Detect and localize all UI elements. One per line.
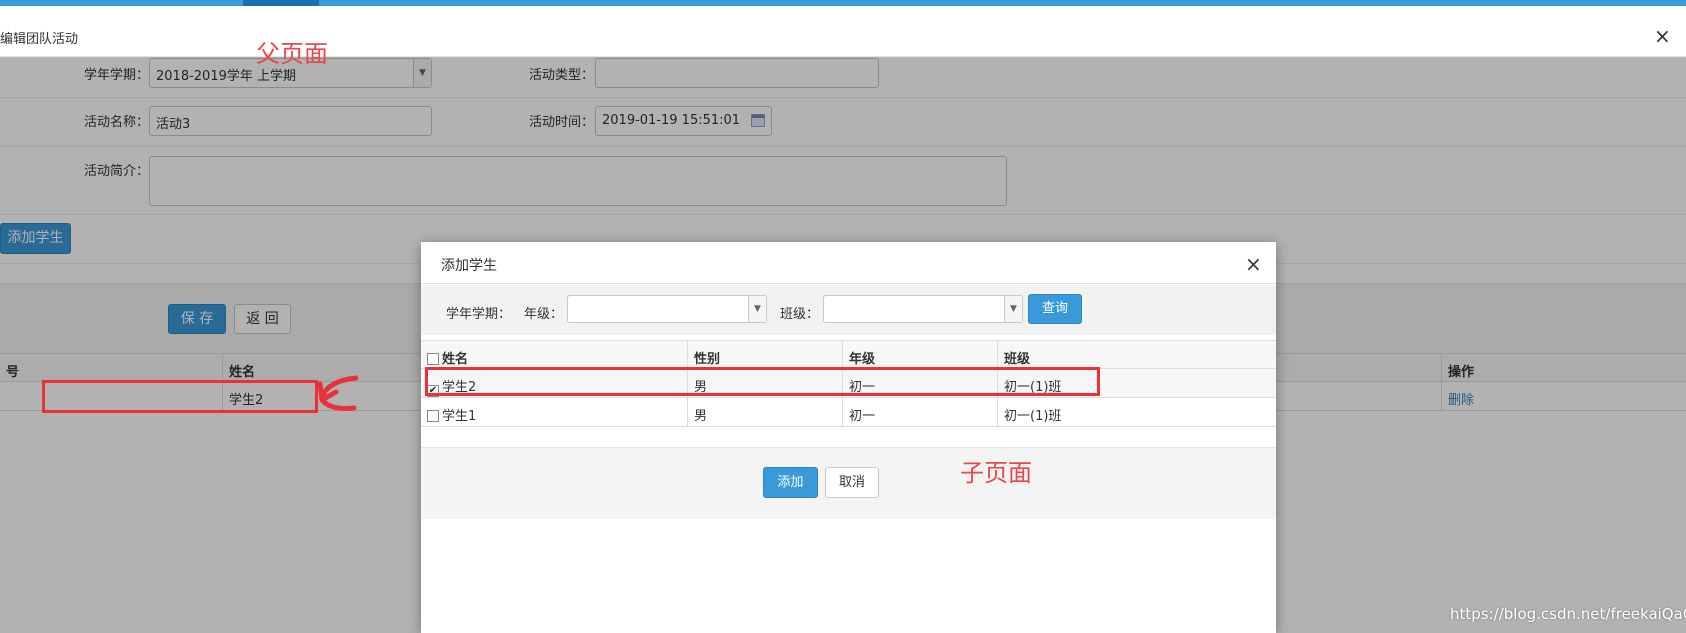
filter-class-label: 班级： — [780, 307, 820, 322]
add-button[interactable]: 添加 — [763, 467, 818, 498]
student-name: 学生1 — [442, 409, 477, 424]
row-checkbox[interactable]: ✔ — [427, 385, 439, 397]
row-gender-cell: 男 — [688, 398, 843, 427]
row-grade-cell: 初一 — [843, 398, 998, 427]
class-select[interactable]: ▼ — [823, 295, 1023, 323]
parent-page-annotation: 父页面 — [256, 40, 328, 68]
table-row[interactable]: ✔ 学生2 男 初一 初一(1)班 — [421, 369, 1276, 398]
row-class-cell: 初一(1)班 — [1004, 409, 1062, 424]
query-button[interactable]: 查询 — [1028, 294, 1082, 324]
row-checkbox[interactable] — [427, 410, 439, 422]
student-name: 学生2 — [442, 380, 477, 395]
row-class-cell: 初一(1)班 — [1004, 380, 1062, 395]
modal-header: 添加学生 × — [421, 242, 1276, 284]
child-page-annotation: 子页面 — [960, 459, 1032, 487]
chevron-down-icon: ▼ — [748, 296, 766, 322]
close-icon[interactable]: × — [1245, 252, 1262, 276]
filter-term-label: 学年学期： — [446, 307, 512, 322]
modal-filter-bar: 学年学期： 年级： ▼ 班级： ▼ 查询 — [421, 285, 1276, 335]
row-grade-cell: 初一 — [843, 369, 998, 398]
add-student-modal: 添加学生 × 学年学期： 年级： ▼ 班级： ▼ 查询 姓名 性别 年级 班级 … — [421, 242, 1276, 633]
select-all-checkbox[interactable] — [427, 353, 439, 365]
modal-title: 添加学生 — [441, 258, 497, 274]
chevron-down-icon: ▼ — [1004, 296, 1022, 322]
column-header-grade: 年级 — [843, 341, 998, 370]
grade-select[interactable]: ▼ — [567, 295, 767, 323]
column-header-name: 姓名 — [421, 341, 688, 370]
column-header-class: 班级 — [1004, 352, 1031, 367]
row-name-cell: 学生1 — [421, 398, 688, 427]
parent-dialog-title: 编辑团队活动 — [0, 32, 79, 47]
parent-dialog-header: 编辑团队活动 × — [0, 6, 1686, 57]
column-header-gender: 性别 — [688, 341, 843, 370]
row-name-cell: ✔ 学生2 — [421, 369, 688, 398]
header-name-text: 姓名 — [442, 352, 469, 367]
modal-footer: 添加 取消 — [421, 447, 1276, 519]
parent-close-icon[interactable]: × — [1654, 26, 1671, 46]
row-gender-cell: 男 — [688, 369, 843, 398]
arrow-left-icon — [318, 375, 358, 411]
watermark-text: https://blog.csdn.net/freekaiQaQ — [1450, 605, 1686, 623]
cancel-button[interactable]: 取消 — [825, 467, 879, 498]
filter-grade-label: 年级： — [524, 307, 564, 322]
table-row[interactable]: 学生1 男 初一 初一(1)班 — [421, 398, 1276, 427]
student-table-header: 姓名 性别 年级 班级 — [421, 340, 1276, 370]
